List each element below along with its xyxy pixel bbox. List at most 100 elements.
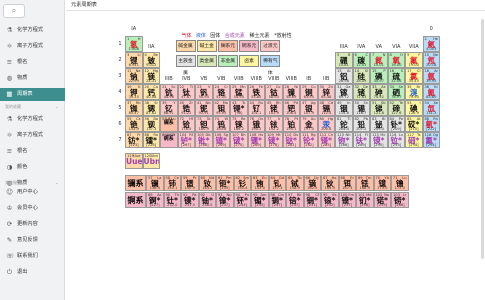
element-Er[interactable]: 68 Er 铒 167.3 bbox=[338, 175, 356, 191]
element-P[interactable]: 15 P 磷 30.97 bbox=[370, 68, 388, 84]
element-Te[interactable]: 52 Te 碲 127.6 bbox=[387, 100, 405, 116]
element-Kr[interactable]: 36 Kr 氪 83.80 bbox=[422, 84, 440, 100]
element-Cr[interactable]: 24 Cr 铬 52.00 bbox=[212, 84, 230, 100]
element-Pm[interactable]: 61 Pm 钷* [145] bbox=[216, 175, 234, 191]
element-N[interactable]: 7 N 氮 14.01 bbox=[370, 52, 388, 68]
element-Ubn[interactable]: 120UbnUbn* bbox=[142, 153, 160, 169]
element-B[interactable]: 5 B 硼 10.81 bbox=[335, 52, 353, 68]
element-Tc[interactable]: 43 Tc 锝* [98] bbox=[230, 100, 248, 116]
element-Sc[interactable]: 21 Sc 钪 44.96 bbox=[160, 84, 178, 100]
element-Po[interactable]: 84 Po 钋* [209] bbox=[387, 116, 405, 132]
element-Lu[interactable]: 71 Lu 镥 175.0 bbox=[391, 175, 409, 191]
element-Se[interactable]: 34 Se 硒 78.97 bbox=[387, 84, 405, 100]
element-Ru[interactable]: 44 Ru 钌 101.1 bbox=[247, 100, 265, 116]
element-H[interactable]: 1 H 氢 1.008 bbox=[125, 36, 143, 52]
element-Cn[interactable]: 112 Cn 鿔* [285] bbox=[317, 132, 335, 148]
element-S[interactable]: 16 S 硫 32.06 bbox=[387, 68, 405, 84]
element-Cm[interactable]: 96 Cm 锔* [247] bbox=[268, 192, 286, 208]
element-La-Lu[interactable]: 57-71 La-Lu 镧系 bbox=[160, 116, 178, 132]
sidebar-item-fav-1[interactable]: ⚛ 离子方程式 bbox=[0, 129, 65, 142]
element-U[interactable]: 92 U 铀* 238.0 bbox=[198, 192, 216, 208]
element-Ta[interactable]: 73 Ta 钽 180.9 bbox=[195, 116, 213, 132]
element-Ag[interactable]: 47 Ag 银 107.9 bbox=[300, 100, 318, 116]
sidebar-item-top-0[interactable]: ⚗ 化学方程式 bbox=[0, 24, 65, 37]
scrollbar[interactable] bbox=[481, 19, 484, 259]
element-Rf[interactable]: 104 Rf 𬬻* [267] bbox=[177, 132, 195, 148]
element-Dy[interactable]: 66 Dy 镝 162.5 bbox=[303, 175, 321, 191]
element-Ho[interactable]: 67 Ho 钬 164.9 bbox=[321, 175, 339, 191]
element-W[interactable]: 74 W 钨 183.8 bbox=[212, 116, 230, 132]
element-Am[interactable]: 95 Am 镅* [243] bbox=[251, 192, 269, 208]
sidebar-item-top-3[interactable]: ◍ 物质 bbox=[0, 72, 65, 85]
element-Ti[interactable]: 22 Ti 钛 47.87 bbox=[177, 84, 195, 100]
element-Pb[interactable]: 82 Pb 铅 207.2 bbox=[352, 116, 370, 132]
element-Zn[interactable]: 30 Zn 锌 65.38 bbox=[317, 84, 335, 100]
element-Ir[interactable]: 77 Ir 铱 192.2 bbox=[265, 116, 283, 132]
element-C[interactable]: 6 C 碳 12.01 bbox=[352, 52, 370, 68]
element-Ga[interactable]: 31 Ga 镓 69.72 bbox=[335, 84, 353, 100]
element-Mo[interactable]: 42 Mo 钼 95.95 bbox=[212, 100, 230, 116]
element-Mt[interactable]: 109 Mt 鿏* [278] bbox=[265, 132, 283, 148]
element-V[interactable]: 23 V 钒 50.94 bbox=[195, 84, 213, 100]
element-Hf[interactable]: 72 Hf 铪 178.5 bbox=[177, 116, 195, 132]
element-Pt[interactable]: 78 Pt 铂 195.1 bbox=[282, 116, 300, 132]
sidebar-search-button[interactable]: ⌕ bbox=[3, 4, 25, 18]
element-Zr[interactable]: 40 Zr 锆 91.22 bbox=[177, 100, 195, 116]
element-La[interactable]: 57 La 镧 138.9 bbox=[146, 175, 164, 191]
element-Ce[interactable]: 58 Ce 铈 140.1 bbox=[163, 175, 181, 191]
element-I[interactable]: 53 I 碘 126.9 bbox=[405, 100, 423, 116]
element-Ge[interactable]: 32 Ge 锗 72.63 bbox=[352, 84, 370, 100]
element-Cs[interactable]: 55 Cs 铯 132.9 bbox=[125, 116, 143, 132]
element-No[interactable]: 102 No 锘* [259] bbox=[373, 192, 391, 208]
element-Xe[interactable]: 54 Xe 氙 131.3 bbox=[422, 100, 440, 116]
element-Nb[interactable]: 41 Nb 铌 92.91 bbox=[195, 100, 213, 116]
element-Bi[interactable]: 83 Bi 铋 209.0 bbox=[370, 116, 388, 132]
element-Sr[interactable]: 38 Sr 锶 87.62 bbox=[142, 100, 160, 116]
element-Hs[interactable]: 108 Hs 𬭶* [269] bbox=[247, 132, 265, 148]
element-Ca[interactable]: 20 Ca 钙 40.08 bbox=[142, 84, 160, 100]
sidebar-item-svc-2[interactable]: ⟳ 更新内容 bbox=[0, 218, 65, 231]
element-Ni[interactable]: 28 Ni 镍 58.69 bbox=[282, 84, 300, 100]
sidebar-item-fav-2[interactable]: ≡ 根名 bbox=[0, 145, 65, 158]
element-Tl[interactable]: 81 Tl 铊 204.4 bbox=[335, 116, 353, 132]
element-Ne[interactable]: 10 Ne 氖 20.18 bbox=[422, 52, 440, 68]
element-Ds[interactable]: 110 Ds 𫟼* [281] bbox=[282, 132, 300, 148]
element-Th[interactable]: 90 Th 钍* 232.0 bbox=[163, 192, 181, 208]
element-Cu[interactable]: 29 Cu 铜 63.55 bbox=[300, 84, 318, 100]
element-Sg[interactable]: 106 Sg 𬭳* [269] bbox=[212, 132, 230, 148]
element-Lr[interactable]: 103 Lr 铹* [266] bbox=[391, 192, 409, 208]
sidebar-item-top-1[interactable]: ⚛ 离子方程式 bbox=[0, 40, 65, 53]
element-Fl[interactable]: 114 Fl 𫓧* [289] bbox=[352, 132, 370, 148]
element-Bh[interactable]: 107 Bh 𬭛* [270] bbox=[230, 132, 248, 148]
element-Tm[interactable]: 69 Tm 铥 168.9 bbox=[356, 175, 374, 191]
element-Sm[interactable]: 62 Sm 钐 150.4 bbox=[233, 175, 251, 191]
element-In[interactable]: 49 In 铟 114.8 bbox=[335, 100, 353, 116]
element-Uue[interactable]: 119UueUue* bbox=[125, 153, 143, 169]
element-Na[interactable]: 11 Na 钠 22.99 bbox=[125, 68, 143, 84]
element-Pr[interactable]: 59 Pr 镨 140.9 bbox=[181, 175, 199, 191]
element-Be[interactable]: 4 Be 铍 9.012 bbox=[142, 52, 160, 68]
element-Cl[interactable]: 17 Cl 氯 35.45 bbox=[405, 68, 423, 84]
element-Bk[interactable]: 97 Bk 锫* [247] bbox=[286, 192, 304, 208]
element-Cf[interactable]: 98 Cf 锎* [251] bbox=[303, 192, 321, 208]
element-Og[interactable]: 118 Og 鿫* [294] bbox=[422, 132, 440, 148]
element-Br[interactable]: 35 Br 溴 79.90 bbox=[405, 84, 423, 100]
element-Re[interactable]: 75 Re 铼 186.2 bbox=[230, 116, 248, 132]
sidebar-item-svc-0[interactable]: ☺ 用户中心 bbox=[0, 186, 65, 199]
element-Tb[interactable]: 65 Tb 铽 158.9 bbox=[286, 175, 304, 191]
element-Nd[interactable]: 60 Nd 钕 144.2 bbox=[198, 175, 216, 191]
element-Ac[interactable]: 89 Ac 锕* [227] bbox=[146, 192, 164, 208]
element-At[interactable]: 85 At 砹* [210] bbox=[405, 116, 423, 132]
element-Pd[interactable]: 46 Pd 钯 106.4 bbox=[282, 100, 300, 116]
sidebar-item-svc-1[interactable]: ♔ 会员中心 bbox=[0, 202, 65, 215]
element-Ts[interactable]: 117 Ts 鿬* [294] bbox=[405, 132, 423, 148]
sidebar-item-top-2[interactable]: ≡ 根名 bbox=[0, 56, 65, 69]
element-Rh[interactable]: 45 Rh 铑 102.9 bbox=[265, 100, 283, 116]
element-Md[interactable]: 101 Md 钔* [258] bbox=[356, 192, 374, 208]
element-Pu[interactable]: 94 Pu 钚* [244] bbox=[233, 192, 251, 208]
element-Rb[interactable]: 37 Rb 铷 85.47 bbox=[125, 100, 143, 116]
element-Mg[interactable]: 12 Mg 镁 24.31 bbox=[142, 68, 160, 84]
element-As[interactable]: 33 As 砷 74.92 bbox=[370, 84, 388, 100]
element-Ba[interactable]: 56 Ba 钡 137.3 bbox=[142, 116, 160, 132]
sidebar-item-svc-4[interactable]: ☏ 联系我们 bbox=[0, 250, 65, 263]
